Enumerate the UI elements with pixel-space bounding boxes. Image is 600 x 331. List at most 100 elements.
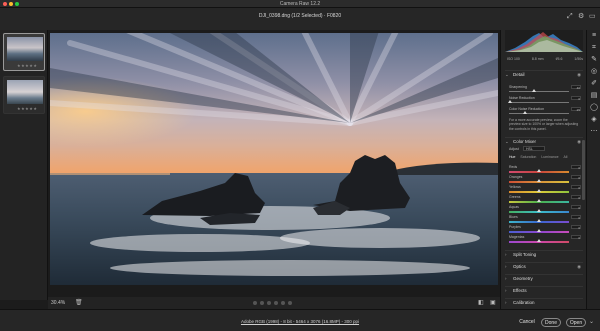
red-eye-icon[interactable]: ◎ [590,68,598,76]
slider-value[interactable]: 0 [571,235,581,240]
color-mixer-section-header[interactable]: ⌄ Color Mixer ◉ [505,137,583,144]
color-mixer-row[interactable]: Purples 0 [509,225,581,233]
adjust-select-row: Adjust HSL [509,146,581,151]
calibration-section[interactable]: › Calibration [505,298,583,305]
image-canvas [48,30,500,300]
cancel-button[interactable]: Cancel [518,318,536,327]
open-options-chevron-icon[interactable]: ⌄ [589,318,594,325]
slider-value[interactable]: 0 [571,225,581,230]
crop-icon[interactable]: ⌗ [590,44,598,52]
slider-knob[interactable] [537,209,541,212]
slider-value[interactable]: 0 [571,195,581,200]
filmstrip-thumbnail[interactable]: ★★★★★ [3,33,45,71]
radial-icon[interactable]: ◯ [590,104,598,112]
tab-luminance[interactable]: Luminance [541,155,558,159]
eye-icon[interactable]: ◉ [577,72,581,78]
open-button[interactable]: Open [566,318,586,327]
pager-dot[interactable] [253,301,257,305]
slider-label: Magentas [509,235,525,239]
color-mixer-row[interactable]: Greens 0 [509,195,581,203]
slider-knob[interactable] [523,111,527,114]
slider-knob[interactable] [537,229,541,232]
photo-preview[interactable] [50,33,498,285]
slider-value[interactable]: 0 [571,185,581,190]
tab-hue[interactable]: Hue [509,155,515,159]
slider-track[interactable] [509,113,569,114]
slider-value[interactable]: 0 [571,175,581,180]
slider-knob[interactable] [532,89,536,92]
exif-readout: ISO 100 8.8 mm f/5.6 1/50s [507,57,583,61]
section-title: Optics [513,264,526,269]
optics-section[interactable]: › Optics ◉ [505,262,583,269]
slider-knob[interactable] [537,239,541,242]
color-mixer-row[interactable]: Magentas 0 [509,235,581,243]
presets-icon[interactable]: ◈ [590,116,598,124]
pager-dot[interactable] [267,301,271,305]
detail-section-header[interactable]: ⌄ Detail ◉ [505,70,583,77]
tab-saturation[interactable]: Saturation [520,155,536,159]
rating-stars[interactable]: ★★★★★ [17,106,37,111]
histogram [505,30,583,52]
pager-dot[interactable] [288,301,292,305]
aperture-value: f/5.6 [555,57,563,61]
edit-icon[interactable]: ≡ [590,32,598,40]
section-title: Color Mixer [513,139,537,144]
geometry-section[interactable]: › Geometry [505,274,583,281]
color-mixer-row[interactable]: Yellows 0 [509,185,581,193]
healing-icon[interactable]: ✎ [590,56,598,64]
color-mixer-row[interactable]: Blues 0 [509,215,581,223]
slider-value[interactable]: 25 [571,107,581,112]
color-mixer-row[interactable]: Aquas 0 [509,205,581,213]
tab-all[interactable]: All [564,155,568,159]
pager-dot[interactable] [281,301,285,305]
rating-stars[interactable]: ★★★★★ [17,63,37,68]
workflow-options-link[interactable]: Adobe RGB (1998) - 8 bit - 5464 x 3076 (… [0,319,600,324]
pager-dot[interactable] [274,301,278,305]
slider-value[interactable]: 40 [571,85,581,90]
slider-track[interactable] [509,102,569,103]
panel-scrollbar[interactable] [582,140,585,200]
footer: Adobe RGB (1998) - 8 bit - 5464 x 3076 (… [0,309,600,331]
gear-icon[interactable]: ⚙ [578,13,584,20]
eye-icon[interactable]: ◉ [577,139,581,145]
color-mixer-row[interactable]: Reds 0 [509,165,581,173]
pager-dot[interactable] [260,301,264,305]
filmstrip-thumbnail[interactable]: ★★★★★ [3,76,45,114]
more-options-icon[interactable]: ⋯ [590,128,598,136]
single-view-icon[interactable]: ▣ [490,299,496,306]
slider-knob[interactable] [537,169,541,172]
delete-icon[interactable]: 🗑 [75,299,83,306]
slider-value[interactable]: 0 [571,205,581,210]
color-mixer-row[interactable]: Oranges 0 [509,175,581,183]
section-title: Detail [513,72,525,77]
slider-track[interactable] [509,91,569,92]
eye-icon[interactable]: ◉ [577,264,581,270]
chevron-right-icon: › [505,288,507,293]
section-title: Geometry [513,276,533,281]
chevron-right-icon: › [505,300,507,305]
slider-knob[interactable] [537,189,541,192]
adjust-dropdown[interactable]: HSL [523,146,545,151]
open-object-icon[interactable]: ▭ [589,13,596,20]
slider-value[interactable]: 0 [571,165,581,170]
slider-knob[interactable] [537,179,541,182]
canvas-bottom-bar: 30.4% 🗑 ◧ ▣ [48,297,500,309]
effects-section[interactable]: › Effects [505,286,583,293]
coastline-photo [50,33,498,285]
fullscreen-icon[interactable]: ⤢ [567,13,573,20]
gradient-icon[interactable]: ▤ [590,92,598,100]
slider-knob[interactable] [508,100,512,103]
slider-value[interactable]: 0 [571,215,581,220]
file-info: DJI_0398.dng (1/2 Selected) · F0820 [258,13,342,19]
compare-view-icon[interactable]: ◧ [478,299,484,306]
zoom-level[interactable]: 30.4% [51,300,65,306]
brush-icon[interactable]: ✐ [590,80,598,88]
slider-knob[interactable] [537,199,541,202]
split-toning-section[interactable]: › Split Toning [505,250,583,257]
slider-value[interactable]: 0 [571,96,581,101]
slider-knob[interactable] [537,219,541,222]
header: DJI_0398.dng (1/2 Selected) · F0820 ⤢ ⚙ … [0,8,600,30]
done-button[interactable]: Done [541,318,561,327]
section-title: Calibration [513,300,535,305]
chevron-right-icon: › [505,252,507,257]
